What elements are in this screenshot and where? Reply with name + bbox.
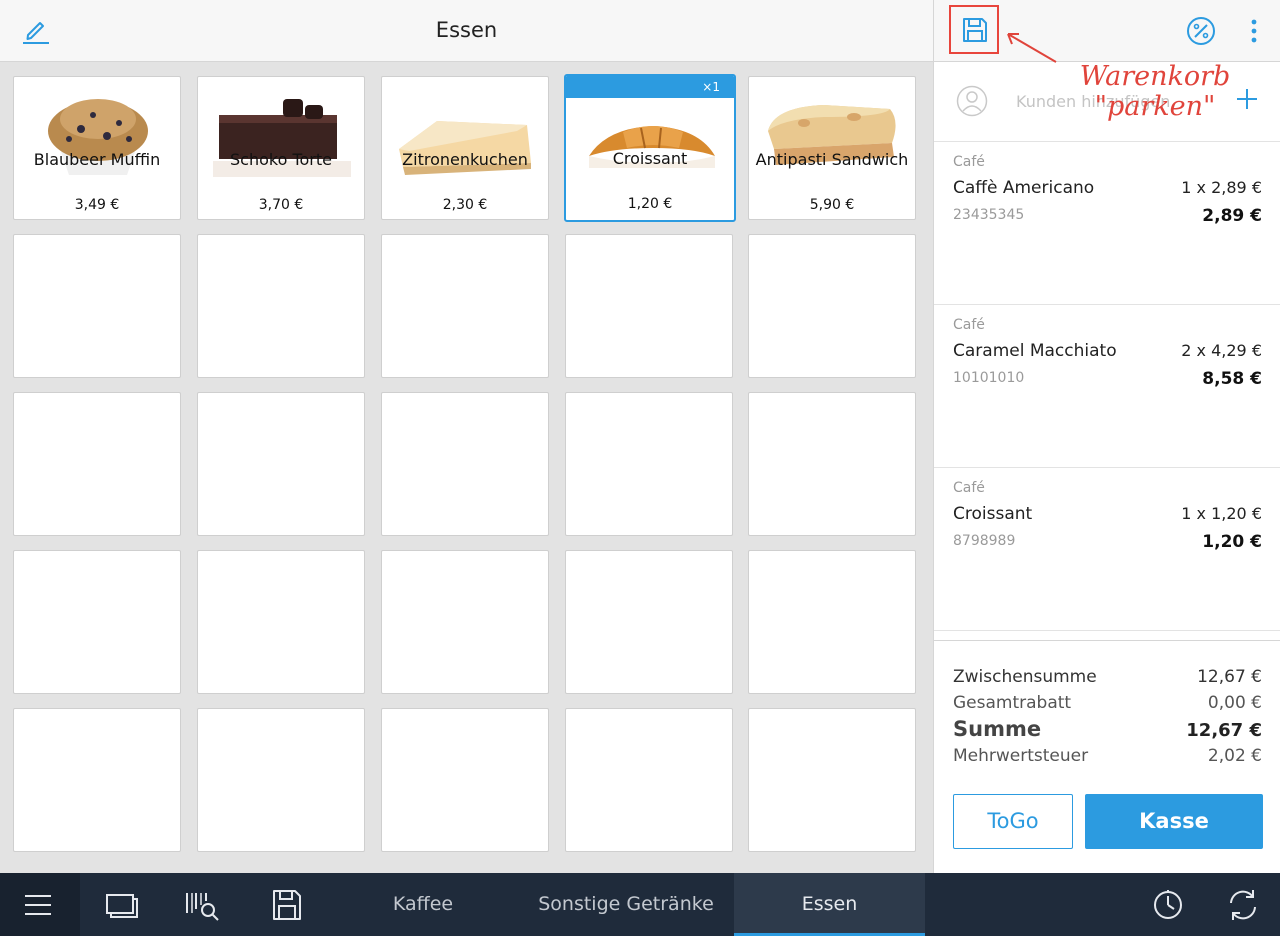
- cart-item-qty-price: 1 x 2,89 €: [1181, 178, 1262, 197]
- park-cart-button[interactable]: [949, 5, 999, 54]
- empty-tile[interactable]: [565, 550, 733, 694]
- sum-row: Summe 12,67 €: [953, 717, 1262, 741]
- cart-item[interactable]: Café Caffè Americano 1 x 2,89 € 23435345…: [934, 142, 1280, 305]
- product-tile[interactable]: Zitronenkuchen 2,30 €: [381, 76, 549, 220]
- annotation-arrow: [1007, 33, 1057, 63]
- cart-item-qty-price: 2 x 4,29 €: [1181, 341, 1262, 360]
- discount-icon[interactable]: [1185, 15, 1217, 47]
- annotation-line-2: "parken": [1094, 91, 1216, 122]
- cart-item-sku: 10101010: [953, 370, 1025, 386]
- discount-label: Gesamtrabatt: [953, 693, 1072, 713]
- empty-tile[interactable]: [748, 708, 916, 852]
- page-title: Essen: [435, 18, 498, 42]
- tab-kaffee[interactable]: Kaffee: [330, 873, 516, 936]
- screens-icon[interactable]: [103, 887, 139, 923]
- empty-tile[interactable]: [13, 234, 181, 378]
- cart-header: [934, 0, 1280, 62]
- product-name: Croissant: [612, 149, 688, 168]
- product-pane: Essen Blaubeer Muffin 3,49 € Schoko Tort…: [0, 0, 933, 873]
- checkout-button[interactable]: Kasse: [1085, 794, 1263, 849]
- discount-value: 0,00 €: [1207, 693, 1262, 713]
- sync-icon[interactable]: [1225, 887, 1261, 923]
- cart-item-total: 2,89 €: [1202, 206, 1262, 226]
- empty-tile[interactable]: [565, 708, 733, 852]
- togo-button[interactable]: ToGo: [953, 794, 1073, 849]
- cart-item-total: 1,20 €: [1202, 532, 1262, 552]
- discount-row: Gesamtrabatt 0,00 €: [953, 693, 1262, 713]
- empty-tile[interactable]: [197, 708, 365, 852]
- tax-row: Mehrwertsteuer 2,02 €: [953, 746, 1262, 766]
- product-name: Zitronenkuchen: [402, 150, 528, 169]
- cart-item-name: Caramel Macchiato: [953, 341, 1117, 361]
- annotation-text: Warenkorb "parken": [1075, 62, 1235, 122]
- empty-tile[interactable]: [381, 708, 549, 852]
- subtotal-value: 12,67 €: [1197, 667, 1262, 687]
- product-price: 1,20 €: [627, 196, 673, 212]
- empty-tile[interactable]: [381, 550, 549, 694]
- cart-item-name: Croissant: [953, 504, 1033, 524]
- cart-item-sku: 23435345: [953, 207, 1025, 223]
- product-price: 2,30 €: [442, 197, 488, 213]
- empty-tile[interactable]: [13, 392, 181, 536]
- quantity-badge: ×1: [566, 76, 734, 98]
- bottom-navigation: Kaffee Sonstige Getränke Essen: [0, 873, 1280, 936]
- empty-tile[interactable]: [748, 234, 916, 378]
- save-icon[interactable]: [269, 887, 305, 923]
- sum-value: 12,67 €: [1186, 720, 1262, 741]
- clock-icon[interactable]: [1150, 887, 1186, 923]
- empty-tile[interactable]: [13, 708, 181, 852]
- totals-panel: Zwischensumme 12,67 € Gesamtrabatt 0,00 …: [934, 640, 1280, 873]
- cart-item-qty-price: 1 x 1,20 €: [1181, 504, 1262, 523]
- tab-essen[interactable]: Essen: [734, 873, 925, 936]
- cart-item-name: Caffè Americano: [953, 178, 1095, 198]
- cart-item-category: Café: [953, 480, 985, 496]
- product-price: 3,49 €: [74, 197, 120, 213]
- tab-sonstige-getraenke[interactable]: Sonstige Getränke: [530, 873, 722, 936]
- product-price: 5,90 €: [809, 197, 855, 213]
- plus-icon[interactable]: [1234, 86, 1260, 112]
- subtotal-label: Zwischensumme: [953, 667, 1097, 687]
- empty-tile[interactable]: [748, 392, 916, 536]
- empty-tile[interactable]: [381, 234, 549, 378]
- product-name: Blaubeer Muffin: [33, 150, 161, 169]
- empty-tile[interactable]: [565, 392, 733, 536]
- cart-item-sku: 8798989: [953, 533, 1016, 549]
- product-tile[interactable]: Blaubeer Muffin 3,49 €: [13, 76, 181, 220]
- empty-tile[interactable]: [197, 550, 365, 694]
- tax-value: 2,02 €: [1207, 746, 1262, 766]
- customer-icon: [956, 85, 988, 117]
- empty-tile[interactable]: [197, 392, 365, 536]
- barcode-search-icon[interactable]: [184, 887, 220, 923]
- empty-tile[interactable]: [565, 234, 733, 378]
- annotation-line-1: Warenkorb: [1079, 61, 1231, 92]
- cart-item-total: 8,58 €: [1202, 369, 1262, 389]
- empty-tile[interactable]: [748, 550, 916, 694]
- product-tile[interactable]: ×1 Croissant 1,20 €: [564, 74, 736, 222]
- menu-icon: [25, 895, 51, 915]
- product-name: Antipasti Sandwich: [755, 150, 909, 169]
- product-tile[interactable]: Antipasti Sandwich 5,90 €: [748, 76, 916, 220]
- tax-label: Mehrwertsteuer: [953, 746, 1089, 766]
- more-icon[interactable]: [1242, 15, 1266, 47]
- empty-tile[interactable]: [197, 234, 365, 378]
- cart-item[interactable]: Café Caramel Macchiato 2 x 4,29 € 101010…: [934, 305, 1280, 468]
- cart-item-category: Café: [953, 154, 985, 170]
- menu-button[interactable]: [0, 873, 80, 936]
- cart-pane: Kunden hinzufügen Café Caffè Americano 1…: [933, 0, 1280, 873]
- product-name: Schoko Torte: [230, 150, 332, 169]
- product-tile[interactable]: Schoko Torte 3,70 €: [197, 76, 365, 220]
- save-icon: [963, 18, 987, 42]
- product-header: Essen: [0, 0, 933, 62]
- empty-tile[interactable]: [13, 550, 181, 694]
- product-price: 3,70 €: [258, 197, 304, 213]
- cart-item[interactable]: Café Croissant 1 x 1,20 € 8798989 1,20 €: [934, 468, 1280, 631]
- sum-label: Summe: [953, 717, 1042, 741]
- croissant-image: [589, 126, 715, 168]
- subtotal-row: Zwischensumme 12,67 €: [953, 667, 1262, 687]
- cart-item-category: Café: [953, 317, 985, 333]
- empty-tile[interactable]: [381, 392, 549, 536]
